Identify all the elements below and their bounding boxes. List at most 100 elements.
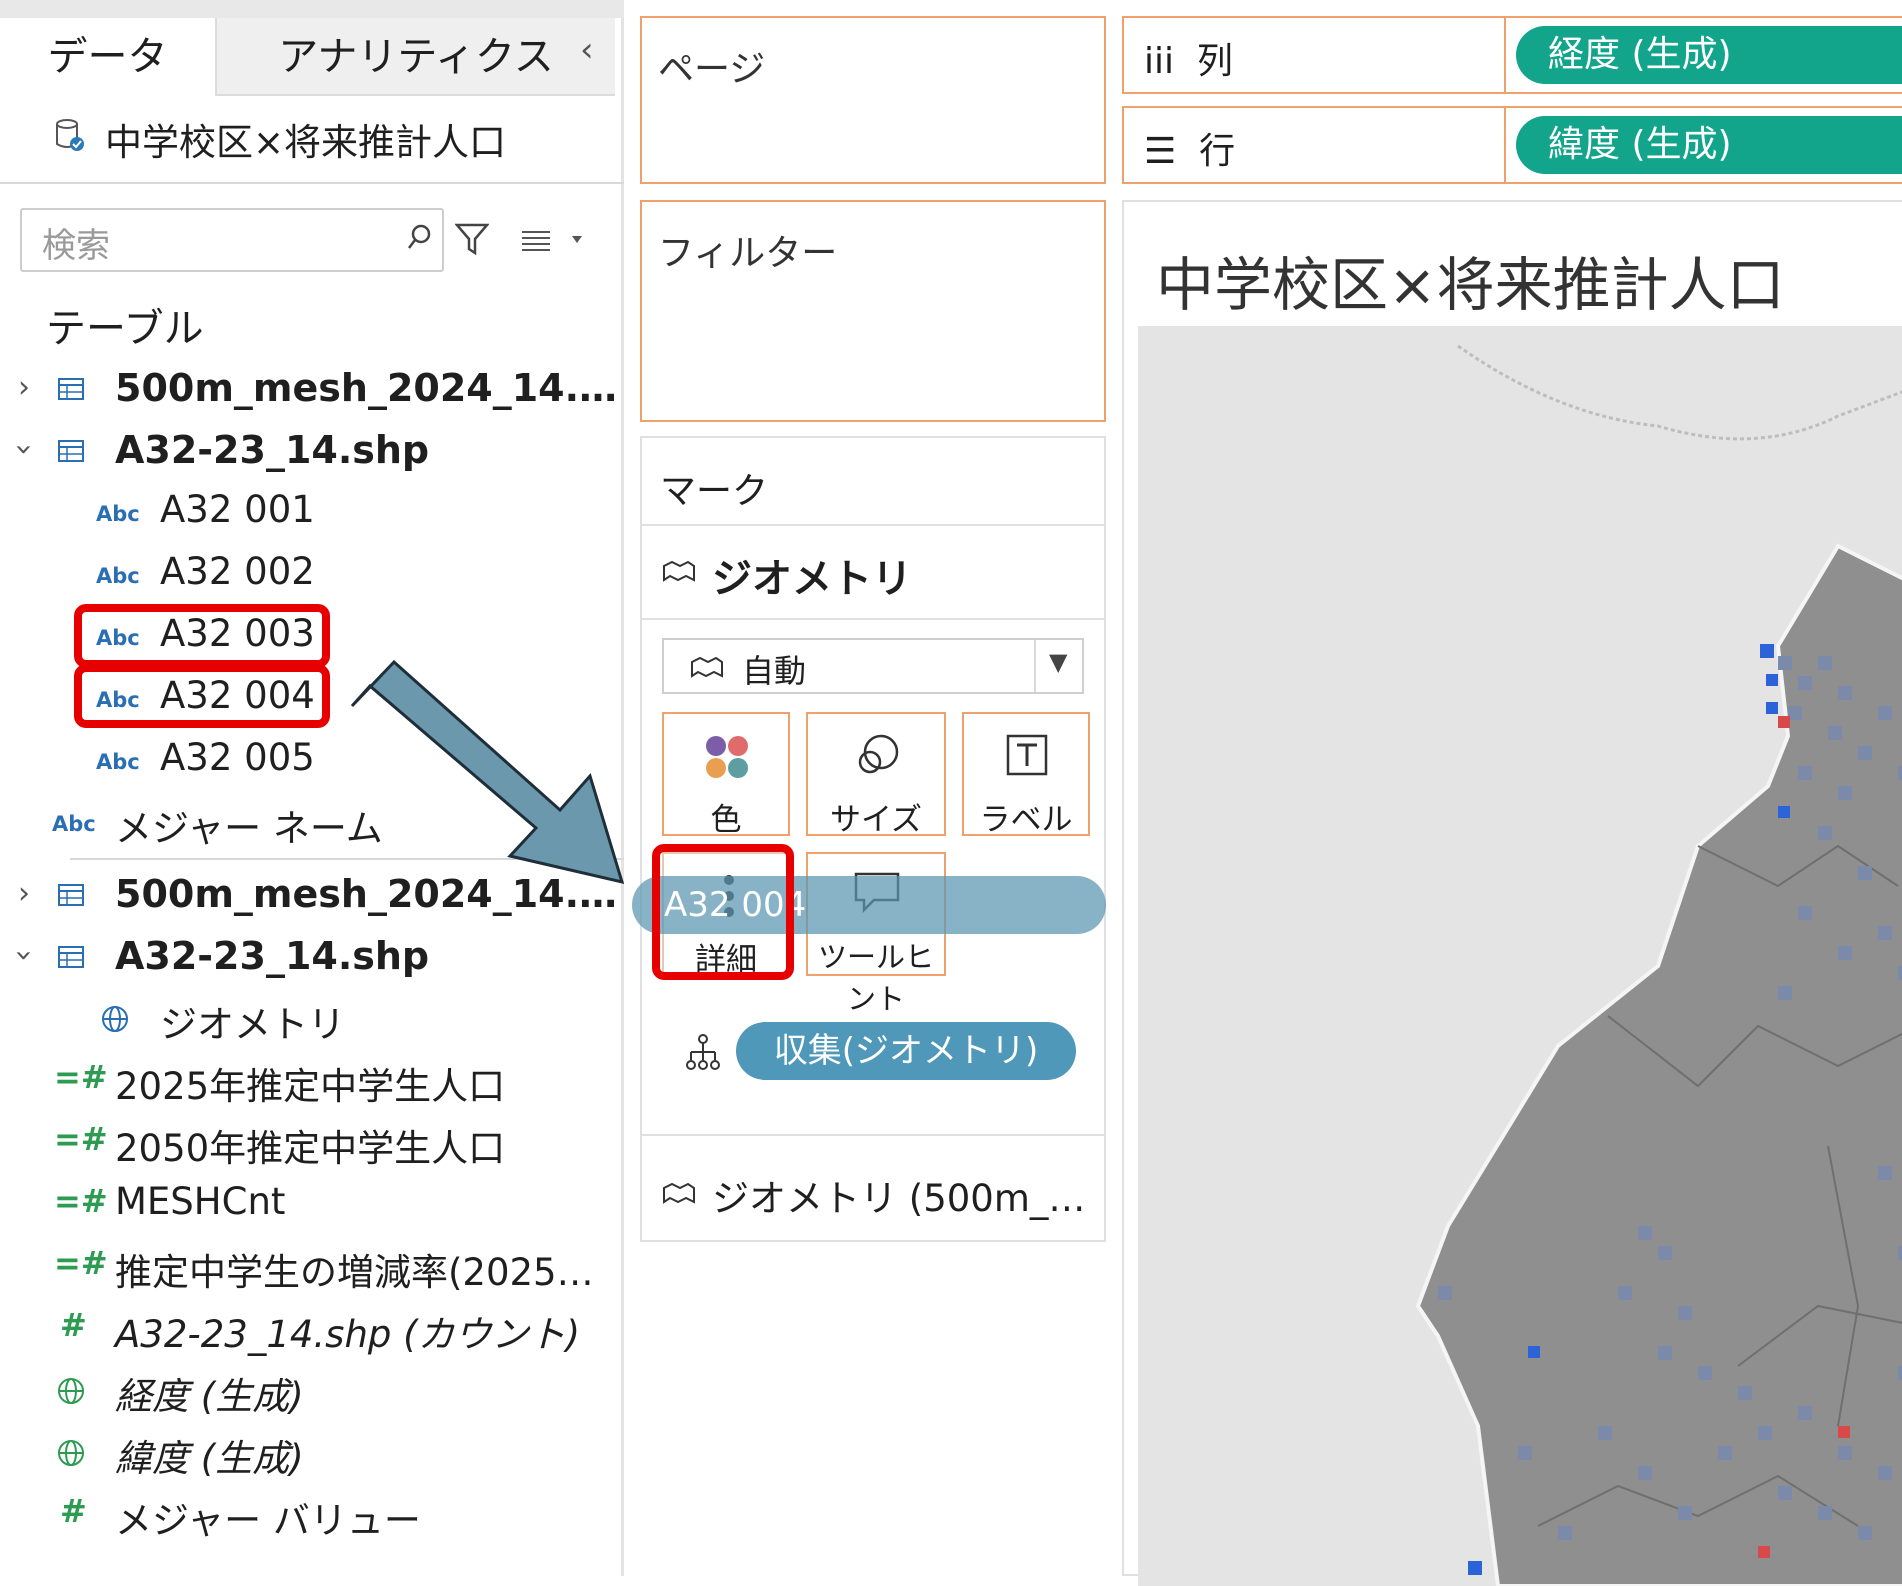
- tables-heading: テーブル: [46, 306, 204, 352]
- globe-icon: [102, 1006, 128, 1032]
- field-row[interactable]: ジオメトリ: [0, 990, 624, 1052]
- size-icon: [858, 734, 899, 774]
- tooltip-label: ツールヒント: [817, 940, 934, 1016]
- columns-icon: iii: [1144, 41, 1175, 82]
- measure-icon: =#: [54, 1244, 108, 1282]
- filters-label: フィルター: [658, 233, 838, 274]
- string-type-icon: Abc: [52, 812, 96, 836]
- latitude-pill[interactable]: 緯度 (生成): [1516, 116, 1902, 174]
- field-name: A32-23_14.shp (カウント): [115, 1313, 581, 1356]
- string-type-icon: Abc: [96, 502, 140, 526]
- measure-icon: =#: [54, 1120, 108, 1158]
- pages-shelf[interactable]: ページ: [640, 16, 1106, 184]
- size-label: サイズ: [829, 802, 923, 838]
- label-label: ラベル: [979, 802, 1073, 838]
- marks-layer-title-2[interactable]: ジオメトリ (500m_…: [712, 1168, 1085, 1222]
- datasource-icon: [56, 119, 84, 151]
- chevron-right-icon[interactable]: ›: [18, 876, 30, 911]
- viz-title: 中学校区×将来推計人口: [1156, 251, 1785, 319]
- mark-type-value: 自動: [742, 652, 807, 690]
- chevron-down-icon[interactable]: ▼: [1049, 648, 1067, 676]
- tab-data[interactable]: データ: [0, 18, 215, 96]
- divider: [1504, 108, 1506, 182]
- table-icon: [58, 440, 84, 462]
- search-placeholder: 検索: [42, 226, 110, 266]
- map-mark-icon: [691, 656, 723, 678]
- measure-icon: =#: [54, 1182, 108, 1220]
- hierarchy-icon: [686, 1034, 720, 1070]
- field-row[interactable]: =# 2025年推定中学生人口: [0, 1052, 624, 1114]
- mark-type-dropdown[interactable]: 自動 ▼: [662, 638, 1084, 694]
- collect-geometry-pill[interactable]: 収集(ジオメトリ): [736, 1022, 1076, 1080]
- pages-label: ページ: [658, 49, 766, 90]
- string-type-icon: Abc: [96, 564, 140, 588]
- field-row[interactable]: 緯度 (生成): [0, 1424, 624, 1486]
- rows-shelf-label: ☰ 行: [1144, 131, 1236, 172]
- columns-shelf-label: iii 列: [1144, 41, 1233, 82]
- map-view[interactable]: [1138, 326, 1902, 1586]
- datasource-name[interactable]: 中学校区×将来推計人口: [105, 112, 506, 166]
- field-name: 2050年推定中学生人口: [115, 1127, 506, 1170]
- field-row[interactable]: =# 推定中学生の増減率(2025…: [0, 1238, 624, 1300]
- field-name: MESHCnt: [115, 1180, 286, 1223]
- search-icon[interactable]: [407, 222, 433, 256]
- field-row[interactable]: 経度 (生成): [0, 1362, 624, 1424]
- divider: [1034, 640, 1036, 692]
- columns-shelf[interactable]: iii 列 経度 (生成): [1122, 16, 1902, 94]
- chevron-down-icon[interactable]: ›: [7, 950, 42, 962]
- tab-analytics[interactable]: アナリティクス: [215, 18, 615, 96]
- table-row[interactable]: › 500m_mesh_2024_14.…: [0, 360, 624, 422]
- marks-layer-title[interactable]: ジオメトリ: [712, 546, 912, 604]
- field-row[interactable]: # メジャー バリュー: [0, 1486, 624, 1548]
- collapse-pane-icon[interactable]: ‹: [580, 30, 594, 70]
- table-name: A32-23_14.shp: [115, 428, 430, 472]
- color-button[interactable]: 色: [662, 712, 790, 838]
- longitude-pill[interactable]: 経度 (生成): [1516, 26, 1902, 84]
- arrow-annotation: [350, 660, 625, 885]
- chevron-right-icon[interactable]: ›: [18, 370, 30, 405]
- chevron-down-icon[interactable]: ›: [7, 444, 42, 456]
- field-name: A32 002: [160, 550, 315, 593]
- string-type-icon: Abc: [96, 750, 140, 774]
- field-row[interactable]: =# MESHCnt: [0, 1176, 624, 1238]
- divider: [642, 618, 1104, 620]
- top-strip: [0, 0, 624, 18]
- list-view-icon[interactable]: [520, 228, 590, 252]
- table-icon: [58, 378, 84, 400]
- field-name: 2025年推定中学生人口: [115, 1065, 506, 1108]
- field-row[interactable]: Abc A32 001: [0, 484, 624, 546]
- table-row[interactable]: › A32-23_14.shp: [0, 928, 624, 990]
- label-button[interactable]: ラベル: [962, 712, 1090, 838]
- search-field[interactable]: 検索: [20, 208, 444, 272]
- table-icon: [58, 884, 84, 906]
- measure-icon: #: [60, 1306, 87, 1344]
- marks-card: マーク ジオメトリ 自動 ▼ 色 サイズ ラベル 詳細 ツールヒント 収集(ジオ…: [640, 436, 1106, 1242]
- filter-icon[interactable]: [455, 222, 489, 256]
- table-name: A32-23_14.shp: [115, 934, 430, 978]
- divider: [0, 182, 624, 184]
- rows-shelf[interactable]: ☰ 行 緯度 (生成): [1122, 106, 1902, 184]
- field-name: メジャー ネーム: [115, 807, 383, 850]
- marks-title: マーク: [660, 471, 769, 512]
- color-icon: [706, 736, 748, 778]
- rows-icon: ☰: [1144, 131, 1177, 172]
- table-name: 500m_mesh_2024_14.…: [115, 366, 618, 410]
- highlight-a32-003: [74, 604, 330, 668]
- divider: [1504, 18, 1506, 92]
- globe-icon: [58, 1378, 84, 1404]
- field-name: ジオメトリ: [160, 1003, 345, 1046]
- field-name: 経度 (生成): [115, 1375, 304, 1418]
- filters-shelf[interactable]: フィルター: [640, 200, 1106, 422]
- globe-icon: [58, 1440, 84, 1466]
- divider: [642, 524, 1104, 526]
- map-layer-icon: [663, 560, 695, 582]
- size-button[interactable]: サイズ: [806, 712, 946, 838]
- highlight-a32-004: [74, 664, 330, 728]
- field-row[interactable]: =# 2050年推定中学生人口: [0, 1114, 624, 1176]
- field-row[interactable]: # A32-23_14.shp (カウント): [0, 1300, 624, 1362]
- field-name: 推定中学生の増減率(2025…: [115, 1251, 594, 1294]
- highlight-detail-button: [652, 844, 794, 980]
- field-name: A32 005: [160, 736, 315, 779]
- table-row[interactable]: › A32-23_14.shp: [0, 422, 624, 484]
- field-row[interactable]: Abc A32 002: [0, 546, 624, 608]
